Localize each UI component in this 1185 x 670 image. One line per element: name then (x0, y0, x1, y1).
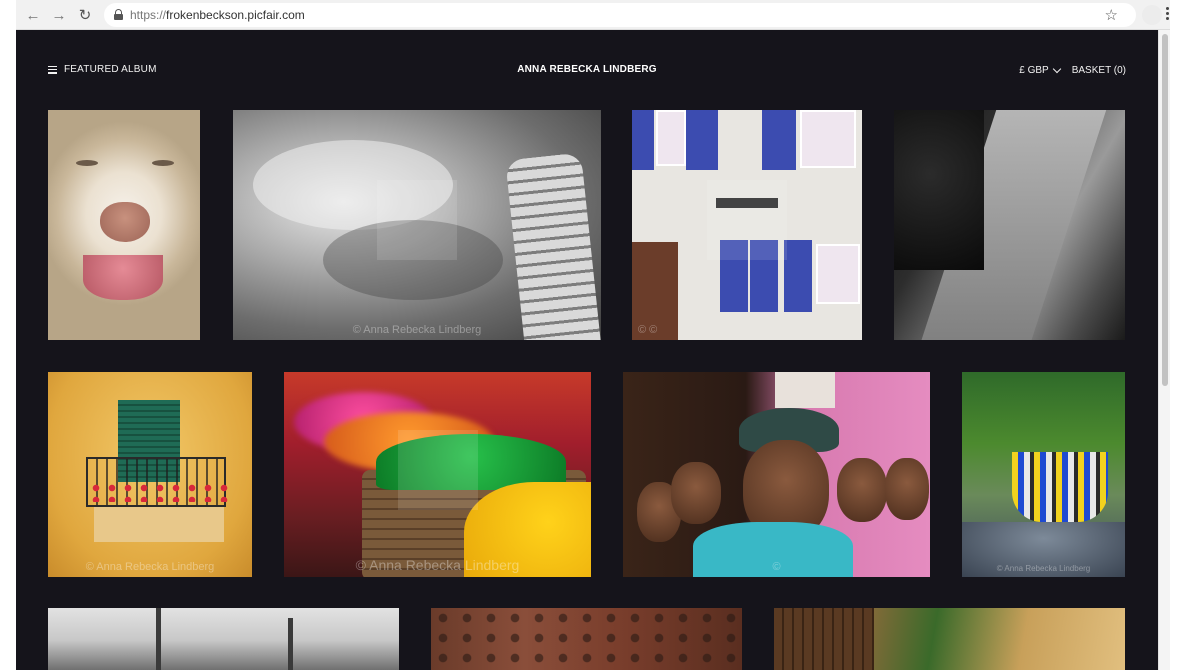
photo-fishing-lures[interactable]: © Anna Rebecka Lindberg (962, 372, 1125, 577)
photo-balcony-woman[interactable]: © Anna Rebecka Lindberg (48, 372, 252, 577)
url-text[interactable]: https://frokenbeckson.picfair.com (130, 8, 305, 22)
photo-color-powder[interactable]: © Anna Rebecka Lindberg (284, 372, 591, 577)
photo-watermark: © Anna Rebecka Lindberg (996, 564, 1091, 573)
scrollbar-thumb[interactable] (1162, 34, 1168, 386)
header-actions: £ GBP BASKET (0) (1019, 64, 1126, 76)
profile-avatar[interactable] (1142, 5, 1162, 25)
photo-canyon[interactable] (774, 608, 1125, 670)
photo-watermark: © (772, 561, 781, 573)
back-arrow-icon[interactable]: ← (22, 4, 44, 26)
picfair-watermark-logo (397, 429, 478, 510)
photo-street-shadows[interactable] (894, 110, 1125, 340)
photo-watermark: © Anna Rebecka Lindberg (352, 324, 482, 336)
photo-watermark: © Anna Rebecka Lindberg (355, 557, 520, 573)
bookmark-star-icon[interactable]: ☆ (1105, 6, 1118, 24)
photo-wooden-door[interactable] (431, 608, 742, 670)
site-title[interactable]: ANNA REBECKA LINDBERG (16, 64, 1158, 75)
url-host: frokenbeckson.picfair.com (166, 8, 305, 22)
basket-link[interactable]: BASKET (0) (1072, 65, 1126, 76)
picfair-watermark-logo (707, 180, 787, 260)
address-bar[interactable]: https://frokenbeckson.picfair.com ☆ (104, 3, 1136, 27)
photo-watermark: © Anna Rebecka Lindberg (85, 561, 215, 573)
browser-toolbar: ← → ↻ https://frokenbeckson.picfair.com … (16, 0, 1170, 30)
photo-fence-landscape[interactable] (48, 608, 399, 670)
currency-selector[interactable]: £ GBP (1019, 64, 1061, 76)
currency-label[interactable]: £ GBP (1019, 65, 1048, 76)
chevron-down-icon[interactable] (1052, 64, 1061, 73)
lock-icon (114, 9, 123, 20)
page-scrollbar[interactable] (1158, 30, 1170, 670)
photo-leaning-tower[interactable]: © Anna Rebecka Lindberg (233, 110, 601, 340)
photo-dog[interactable] (48, 110, 200, 340)
photo-men-portrait[interactable]: © (623, 372, 930, 577)
forward-arrow-icon[interactable]: → (48, 4, 70, 26)
photo-watermark: © © (638, 324, 658, 336)
reload-icon[interactable]: ↻ (74, 4, 96, 26)
picfair-watermark-logo (377, 180, 457, 260)
site-viewport: FEATURED ALBUM ANNA REBECKA LINDBERG £ G… (16, 30, 1158, 670)
browser-menu-icon[interactable] (1166, 5, 1172, 22)
url-scheme: https:// (130, 8, 167, 22)
photo-facade-blue-shutters[interactable]: © © (632, 110, 862, 340)
